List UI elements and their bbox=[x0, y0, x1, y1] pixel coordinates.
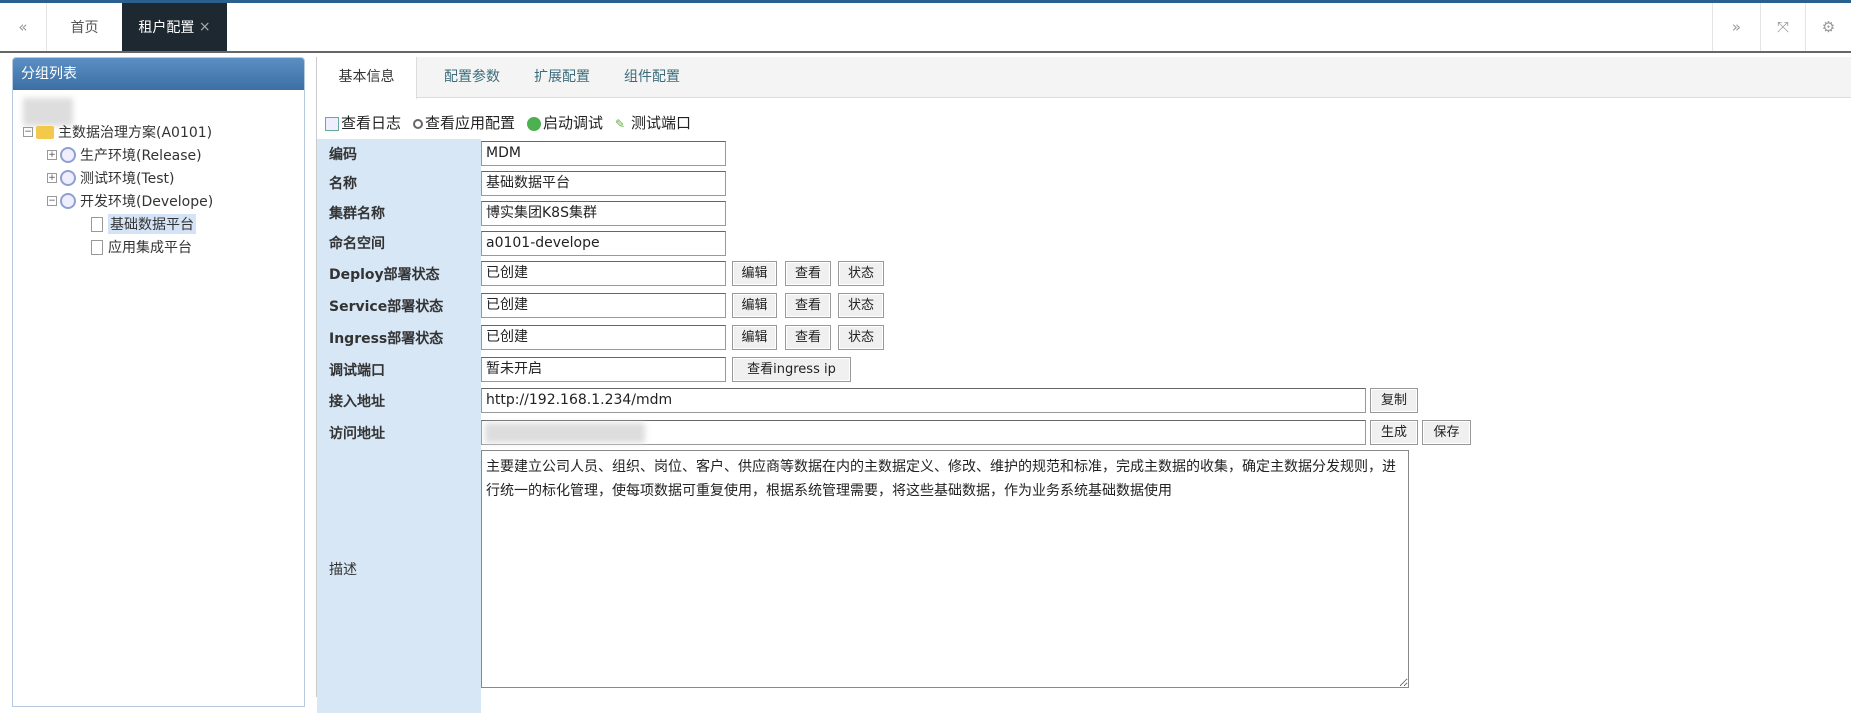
node-label: 应用集成平台 bbox=[108, 240, 192, 256]
detail-tabs: 基本信息 配置参数 扩展配置 组件配置 bbox=[317, 57, 1851, 99]
tab-extension-config[interactable]: 扩展配置 bbox=[517, 57, 607, 98]
label: 查看应用配置 bbox=[425, 114, 516, 132]
settings-button[interactable]: ⚙ bbox=[1806, 3, 1851, 51]
service-status-button[interactable]: 状态 bbox=[838, 293, 884, 318]
tab-config-params[interactable]: 配置参数 bbox=[427, 57, 517, 98]
label-debug-port: 调试端口 bbox=[317, 354, 481, 385]
fullscreen-icon: ⤧ bbox=[1776, 18, 1789, 36]
deploy-status-button[interactable]: 状态 bbox=[838, 261, 884, 286]
save-button[interactable]: 保存 bbox=[1422, 420, 1471, 445]
label-description: 描述 bbox=[317, 449, 481, 689]
group-list-panel: 分组列表 − 主数据治理方案(A0101) + 生产环境(Release) + 测试环… bbox=[12, 57, 305, 707]
ingress-view-button[interactable]: 查看 bbox=[785, 325, 831, 350]
plug-icon: ✎ bbox=[615, 116, 626, 131]
view-ingress-ip-button[interactable]: 查看ingress ip bbox=[732, 357, 851, 382]
tab-home[interactable]: 首页 bbox=[47, 3, 122, 51]
tree-node-env[interactable]: + 测试环境(Test) bbox=[47, 168, 175, 188]
folder-icon bbox=[36, 125, 54, 139]
namespace-field[interactable]: a0101-develope bbox=[481, 231, 726, 256]
label-name: 名称 bbox=[317, 168, 481, 198]
copy-button[interactable]: 复制 bbox=[1370, 388, 1418, 413]
view-app-config-button[interactable]: 查看应用配置 bbox=[413, 112, 515, 133]
toolbar: 查看日志 查看应用配置 启动调试 ✎ 测试端口 bbox=[325, 112, 691, 133]
tree-node-root[interactable]: − 主数据治理方案(A0101) bbox=[23, 122, 212, 142]
deploy-view-button[interactable]: 查看 bbox=[785, 261, 831, 286]
code-field[interactable]: MDM bbox=[481, 141, 726, 166]
double-left-icon: « bbox=[18, 18, 28, 36]
label: 启动调试 bbox=[543, 114, 604, 132]
test-port-button[interactable]: ✎ 测试端口 bbox=[615, 112, 691, 133]
label: 测试端口 bbox=[631, 114, 692, 132]
description-textarea[interactable]: 主要建立公司人员、组织、岗位、客户、供应商等数据在内的主数据定义、修改、维护的规… bbox=[481, 450, 1409, 688]
start-debug-button[interactable]: 启动调试 bbox=[527, 112, 603, 133]
deploy-edit-button[interactable]: 编辑 bbox=[732, 261, 777, 286]
environment-icon bbox=[60, 170, 76, 186]
magnifier-icon bbox=[413, 118, 424, 129]
label-service-status: Service部署状态 bbox=[317, 290, 481, 322]
cluster-field[interactable]: 博实集团K8S集群 bbox=[481, 201, 726, 226]
label-ingress-status: Ingress部署状态 bbox=[317, 322, 481, 354]
service-edit-button[interactable]: 编辑 bbox=[732, 293, 777, 318]
generate-button[interactable]: 生成 bbox=[1370, 420, 1418, 445]
redacted-value bbox=[485, 423, 645, 443]
ingress-edit-button[interactable]: 编辑 bbox=[732, 325, 777, 350]
tab-tenant-config[interactable]: 租户配置 × bbox=[122, 3, 227, 51]
label-namespace: 命名空间 bbox=[317, 228, 481, 258]
file-icon bbox=[91, 239, 103, 255]
service-view-button[interactable]: 查看 bbox=[785, 293, 831, 318]
scroll-right-button[interactable]: » bbox=[1712, 3, 1761, 51]
close-icon[interactable]: × bbox=[199, 19, 211, 35]
main-panel: 基本信息 配置参数 扩展配置 组件配置 查看日志 查看应用配置 启动调试 ✎ 测试… bbox=[316, 57, 1851, 713]
ingress-status-button[interactable]: 状态 bbox=[838, 325, 884, 350]
label-deploy-status: Deploy部署状态 bbox=[317, 258, 481, 290]
collapse-icon[interactable]: − bbox=[47, 196, 57, 206]
gear-icon: ⚙ bbox=[1821, 18, 1836, 36]
node-label: 基础数据平台 bbox=[108, 214, 196, 234]
service-status-field[interactable]: 已创建 bbox=[481, 293, 726, 318]
tree-node-app-selected[interactable]: 基础数据平台 bbox=[91, 214, 196, 234]
tab-basic-info[interactable]: 基本信息 bbox=[317, 57, 417, 99]
environment-icon bbox=[60, 147, 76, 163]
play-down-icon bbox=[527, 116, 542, 131]
environment-icon bbox=[60, 193, 76, 209]
label-code: 编码 bbox=[317, 139, 481, 168]
label-visit-url: 访问地址 bbox=[317, 417, 481, 449]
deploy-status-field[interactable]: 已创建 bbox=[481, 261, 726, 286]
tree-node-env[interactable]: − 开发环境(Develope) bbox=[47, 191, 213, 211]
view-log-button[interactable]: 查看日志 bbox=[325, 112, 401, 133]
expand-icon[interactable]: + bbox=[47, 150, 57, 160]
node-label: 开发环境(Develope) bbox=[80, 194, 214, 210]
node-label: 主数据治理方案(A0101) bbox=[58, 125, 213, 141]
access-url-field[interactable]: http://192.168.1.234/mdm bbox=[481, 388, 1366, 413]
log-icon bbox=[325, 116, 339, 131]
collapse-icon[interactable]: − bbox=[23, 127, 33, 137]
tree-node-app[interactable]: 应用集成平台 bbox=[91, 237, 192, 257]
debug-port-field[interactable]: 暂未开启 bbox=[481, 357, 726, 382]
ingress-status-field[interactable]: 已创建 bbox=[481, 325, 726, 350]
name-field[interactable]: 基础数据平台 bbox=[481, 171, 726, 196]
label-access-url: 接入地址 bbox=[317, 385, 481, 417]
tab-component-config[interactable]: 组件配置 bbox=[607, 57, 697, 98]
tab-label: 首页 bbox=[70, 20, 99, 36]
panel-title: 分组列表 bbox=[13, 58, 304, 90]
node-label: 测试环境(Test) bbox=[80, 171, 175, 187]
expand-icon[interactable]: + bbox=[47, 173, 57, 183]
double-right-icon: » bbox=[1731, 18, 1742, 36]
tab-bar: « 首页 租户配置 × » ⤧ ⚙ bbox=[0, 3, 1851, 53]
file-icon bbox=[91, 216, 103, 232]
label-cluster: 集群名称 bbox=[317, 198, 481, 228]
scroll-left-button[interactable]: « bbox=[0, 3, 47, 51]
fullscreen-button[interactable]: ⤧ bbox=[1761, 3, 1806, 51]
label: 查看日志 bbox=[341, 114, 402, 132]
node-label: 生产环境(Release) bbox=[80, 148, 202, 164]
tree-node-env[interactable]: + 生产环境(Release) bbox=[47, 145, 202, 165]
tab-label: 租户配置 bbox=[138, 20, 195, 36]
